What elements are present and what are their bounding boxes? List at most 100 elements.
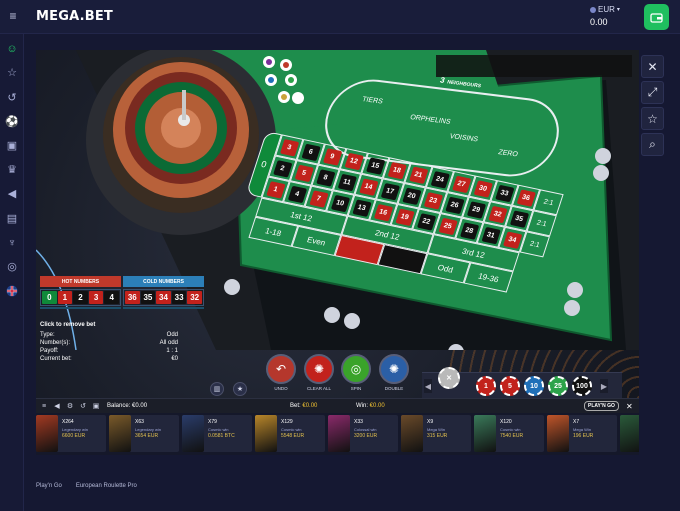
undo-icon: ↶ — [275, 362, 287, 376]
close-icon[interactable]: ✕ — [641, 55, 664, 78]
chevron-right-icon[interactable]: ▶ — [600, 379, 608, 393]
spin-label: SPIN — [350, 386, 362, 391]
chip-25[interactable]: 25 — [548, 376, 568, 396]
currency-label: EUR — [598, 5, 615, 14]
breadcrumb-provider[interactable]: Play'n Go — [36, 483, 62, 489]
chip-100[interactable]: 100 — [572, 376, 592, 396]
logo[interactable]: MEGA.BET — [36, 9, 113, 24]
chevron-left-icon[interactable]: ◀ — [424, 379, 432, 393]
wallet-button[interactable] — [644, 4, 669, 30]
racetrack-tiers[interactable]: TIERS — [361, 96, 384, 105]
wallet-icon: ▣ — [92, 403, 100, 410]
info-label: Type: — [40, 332, 55, 338]
hot-numbers: 01234 — [40, 289, 121, 306]
game-controls: ✕ ⤢ ☆ ⌕ — [641, 55, 665, 159]
racetrack-orphelins[interactable]: ORPHELINS — [409, 114, 451, 126]
undo-button[interactable]: ↶ — [266, 354, 296, 384]
favorite-icon[interactable]: ☆ — [641, 107, 664, 130]
stats-icon[interactable]: ▥ — [210, 382, 224, 396]
game-thumbnail — [474, 415, 496, 452]
menu-icon[interactable]: ≡ — [39, 403, 49, 410]
chip-5[interactable]: 5 — [500, 376, 520, 396]
fullscreen-icon[interactable]: ⤢ — [641, 81, 664, 104]
win-tile[interactable]: X264 Legendary win 6600 EUR — [36, 415, 106, 452]
briefcase-icon[interactable]: ▤ — [5, 212, 19, 226]
sound-icon[interactable]: ◀ — [52, 402, 62, 410]
win-tile[interactable]: X63 Legendary win 3654 EUR — [109, 415, 179, 452]
info-value: Odd — [166, 332, 178, 338]
win-tile[interactable]: X129 Cosmic win 5548 EUR — [255, 415, 325, 452]
win-user: X63 — [135, 419, 144, 425]
megaphone-icon[interactable]: ◀ — [5, 187, 19, 201]
close-icon[interactable]: ✕ — [626, 402, 633, 411]
uk-flag-icon[interactable] — [5, 285, 19, 299]
headset-icon[interactable]: ◎ — [5, 260, 19, 274]
win-tile[interactable]: X120 Cosmic win 7540 EUR — [474, 415, 544, 452]
football-icon[interactable]: ⚽ — [5, 115, 19, 129]
chip-1[interactable]: 1 — [476, 376, 496, 396]
hot-number: 4 — [104, 291, 119, 304]
clear-all-button[interactable]: ✺ — [304, 354, 334, 384]
balance-box[interactable]: EUR ▾ 0.00 — [590, 5, 636, 31]
clear-icon: ✺ — [313, 362, 325, 376]
double-button[interactable]: ✺ — [379, 354, 409, 384]
menu-icon[interactable]: ≡ — [6, 9, 20, 23]
cold-number: 35 — [140, 291, 156, 304]
chip-remove[interactable]: ✕ — [438, 367, 460, 389]
wallet-icon — [650, 12, 663, 23]
game-thumbnail — [109, 415, 131, 452]
recent-wins: X264 Legendary win 6600 EUR X63 Legendary wi… — [36, 413, 639, 455]
win-level: Cosmic win — [500, 427, 521, 432]
crown-icon[interactable]: ♛ — [5, 163, 19, 177]
coin-icon — [590, 6, 596, 13]
win-text: X129 Cosmic win 5548 EUR — [277, 415, 304, 452]
info-value: All odd — [159, 340, 178, 346]
win-text: X7 Mega Win 196 EUR — [569, 415, 593, 452]
search-icon[interactable]: ⌕ — [641, 133, 664, 156]
percentages — [40, 307, 204, 309]
star-icon[interactable]: ☆ — [5, 66, 19, 80]
win-amount: 315 EUR — [427, 433, 448, 439]
win-user: X129 — [281, 419, 293, 425]
breadcrumb-game: European Roulette Pro — [75, 483, 137, 489]
win-tile[interactable]: X7 Mega Win 196 EUR — [547, 415, 617, 452]
win-level: Mega Win — [427, 427, 446, 432]
roulette-game[interactable]: 3NEIGHBOURS TIERS ORPHELINS VOISINS ZERO… — [36, 50, 639, 398]
win-text: X33 Colossal win 3200 EUR — [350, 415, 377, 452]
win-amount: 3200 EUR — [354, 433, 378, 439]
game-thumbnail — [401, 415, 423, 452]
cold-number: 32 — [187, 291, 202, 304]
win-tile[interactable]: X60Legendary win5640 EUR — [620, 415, 639, 452]
win-amount: 3654 EUR — [135, 433, 159, 439]
user-icon[interactable]: ☺ — [5, 42, 19, 56]
gift-icon[interactable]: ▣ — [5, 139, 19, 153]
clear-all-label: CLEAR ALL — [306, 386, 331, 391]
win-tile[interactable]: X33 Colossal win 3200 EUR — [328, 415, 398, 452]
hot-number: 2 — [73, 291, 88, 304]
info-label: Number(s): — [40, 340, 71, 346]
win-user: X9 — [427, 419, 434, 425]
star-icon[interactable]: ★ — [233, 382, 247, 396]
win-tile[interactable]: X79 Cosmic win 0.0581 BTC — [182, 415, 252, 452]
spin-button[interactable]: ◎ — [341, 354, 371, 384]
bet-display: Bet: €0.00 — [290, 403, 318, 409]
trophy-icon[interactable]: ♆ — [5, 236, 19, 250]
win-level: Cosmic win — [208, 427, 229, 432]
win-level: Cosmic win — [281, 427, 302, 432]
win-amount: 6600 EUR — [62, 433, 86, 439]
win-text: X120 Cosmic win 7540 EUR — [496, 415, 523, 452]
game-status-bar: ≡ ◀ ⚙ ↺ ▣ Balance: €0.00 Bet: €0.00 Win:… — [36, 398, 639, 413]
win-level: Mega Win — [573, 427, 592, 432]
chip-10[interactable]: 10 — [524, 376, 544, 396]
racetrack-voisins[interactable]: VOISINS — [449, 133, 479, 143]
win-tile[interactable]: X9 Mega Win 315 EUR — [401, 415, 471, 452]
provider-logo: PLAY'N GO — [584, 401, 619, 411]
win-display: Win: €0.00 — [356, 403, 385, 409]
game-thumbnail — [36, 415, 58, 452]
settings-icon[interactable]: ⚙ — [65, 402, 75, 410]
history-icon[interactable]: ↺ — [78, 402, 88, 410]
racetrack-zero[interactable]: ZERO — [497, 149, 518, 158]
column-bet-3[interactable]: 2:1 — [519, 231, 550, 258]
history-icon[interactable]: ↺ — [5, 91, 19, 105]
top-bar: ≡ MEGA.BET EUR ▾ 0.00 — [0, 0, 680, 34]
